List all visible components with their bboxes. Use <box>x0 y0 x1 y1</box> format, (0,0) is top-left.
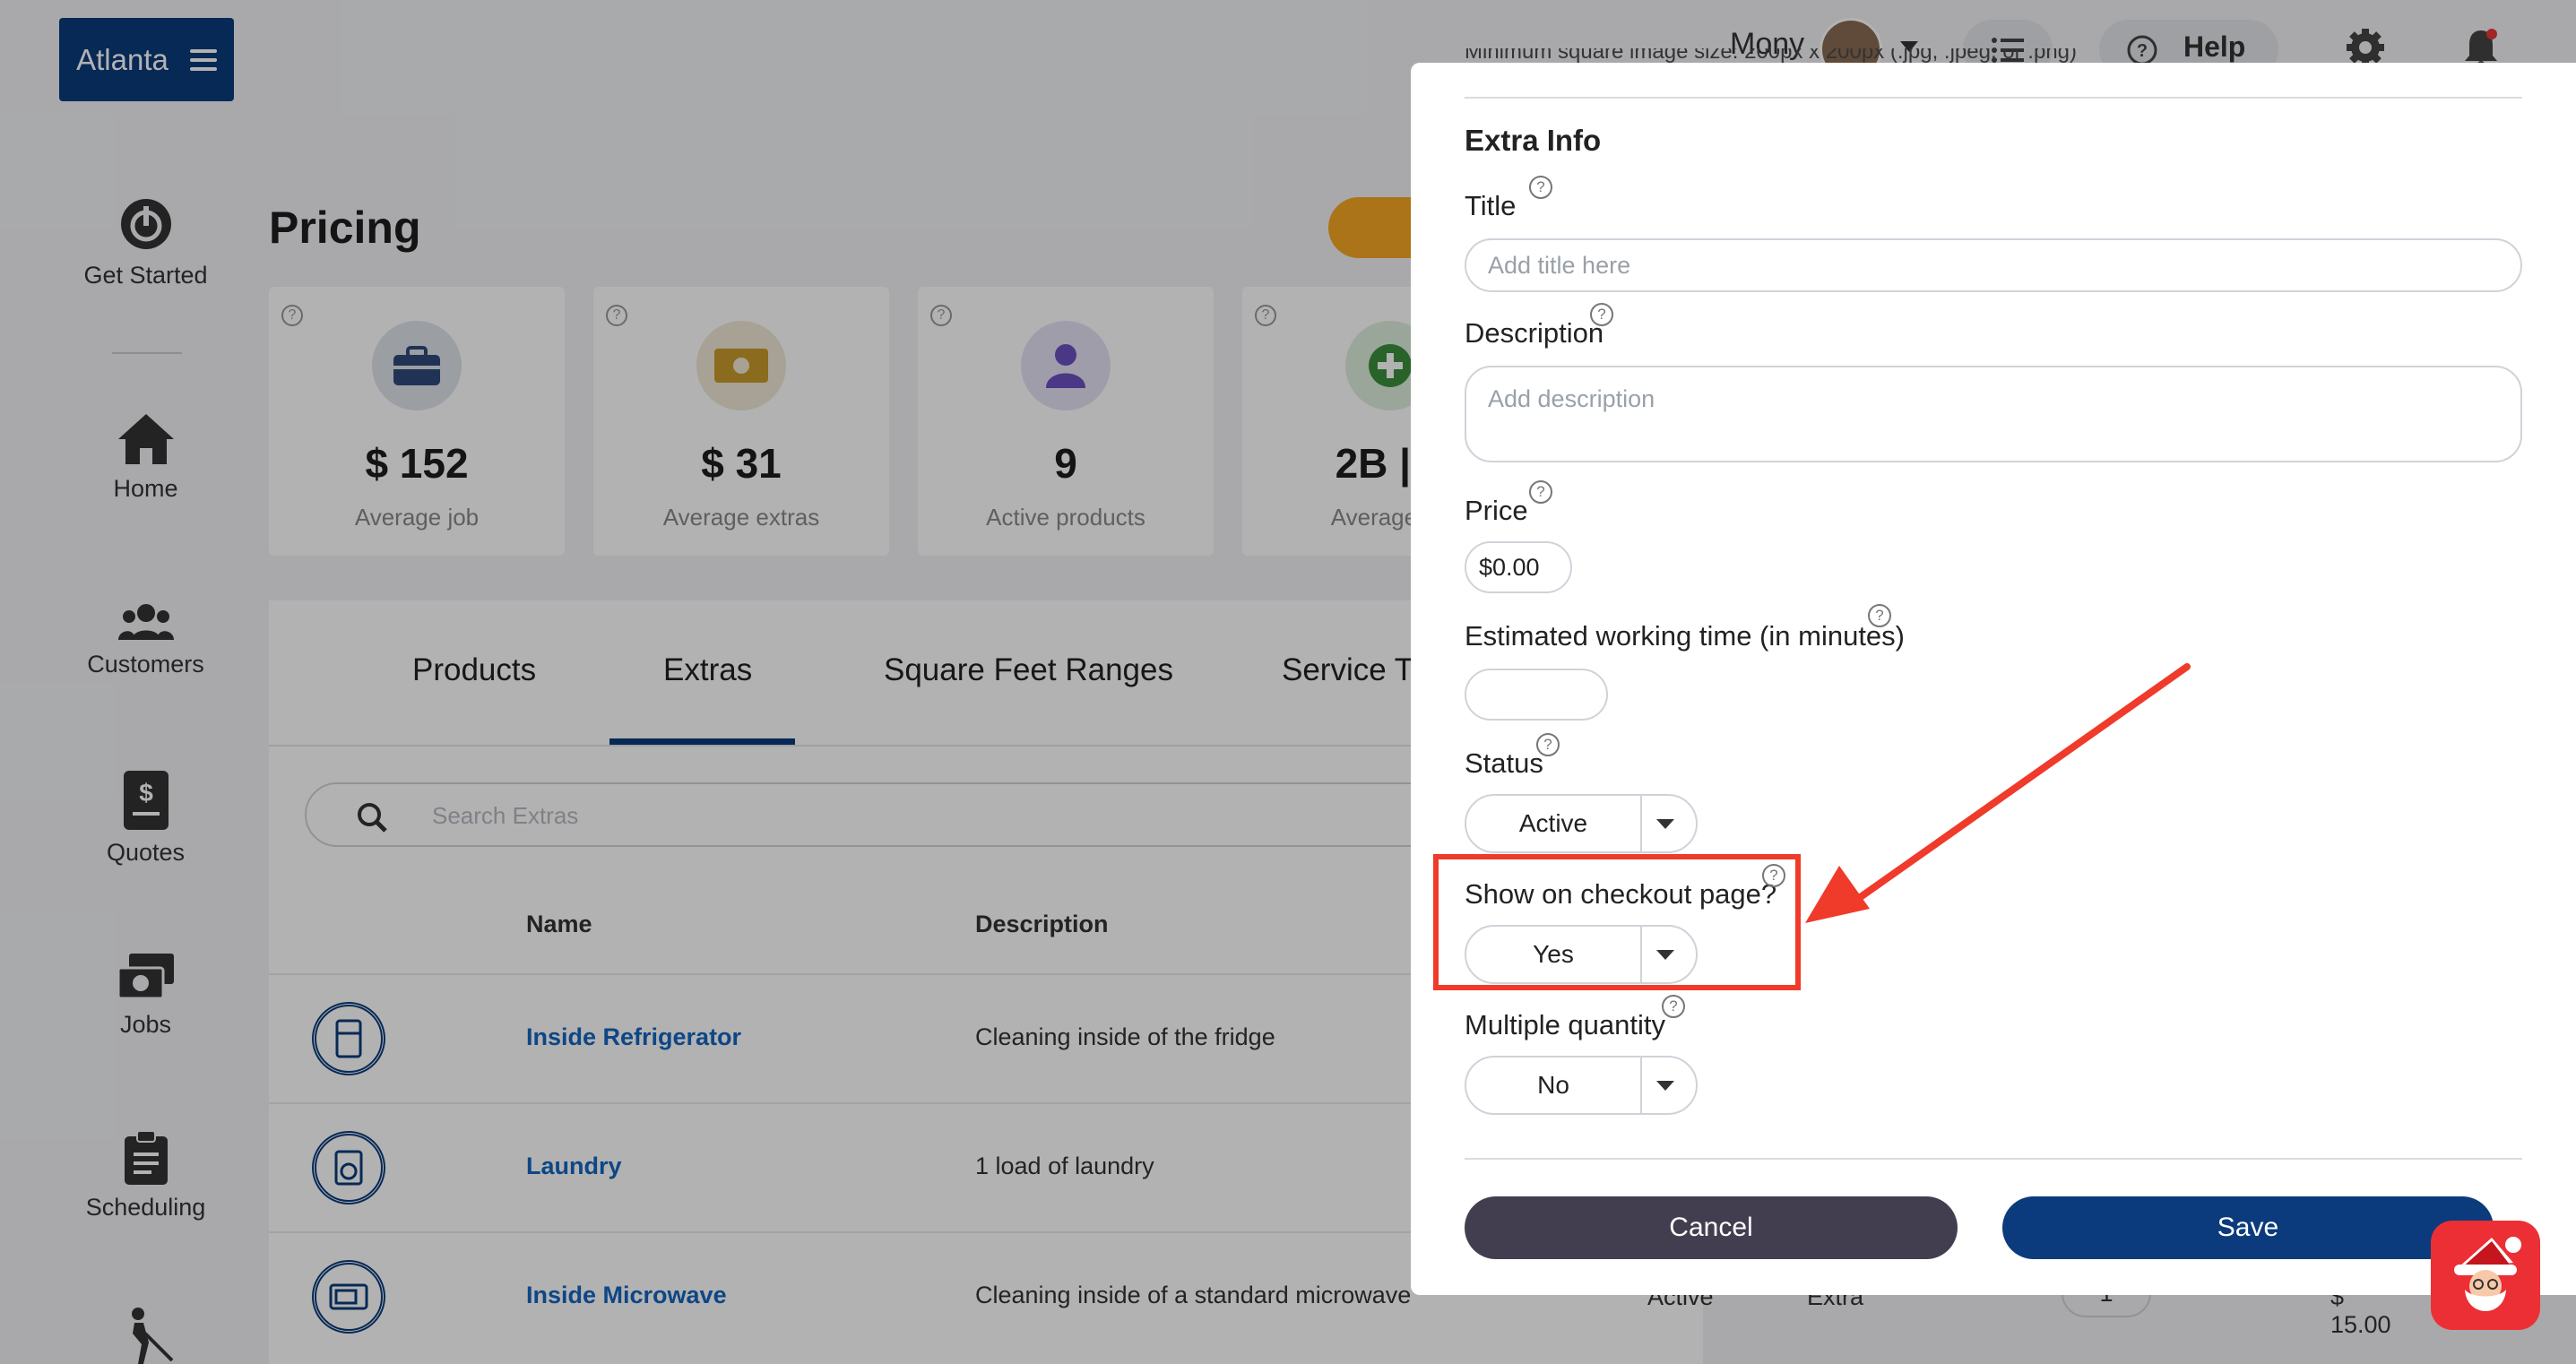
footer-divider <box>1465 1158 2522 1160</box>
section-divider <box>1465 97 2522 99</box>
status-value: Active <box>1466 796 1642 851</box>
santa-icon <box>2454 1237 2521 1311</box>
section-title: Extra Info <box>1465 124 1602 157</box>
status-select[interactable]: Active <box>1465 794 1698 853</box>
multiple-quantity-value: No <box>1466 1058 1642 1113</box>
help-icon[interactable]: ? <box>1590 303 1613 326</box>
annotation-arrow <box>1805 663 2191 923</box>
highlight-box <box>1433 854 1801 990</box>
description-label: Description <box>1465 317 1604 349</box>
price-label: Price <box>1465 495 1528 526</box>
help-icon[interactable]: ? <box>1662 995 1685 1018</box>
help-icon[interactable]: ? <box>1868 604 1891 627</box>
help-icon[interactable]: ? <box>1529 480 1552 504</box>
status-label: Status <box>1465 747 1543 779</box>
help-icon[interactable]: ? <box>1536 733 1560 756</box>
title-label: Title <box>1465 190 1517 221</box>
multiple-quantity-label: Multiple quantity <box>1465 1009 1666 1040</box>
estimated-time-label: Estimated working time (in minutes) <box>1465 620 1905 652</box>
price-input[interactable] <box>1465 541 1572 593</box>
chevron-down-icon <box>1656 819 1674 829</box>
save-button[interactable]: Save <box>2002 1196 2494 1259</box>
chevron-down-icon <box>1656 1081 1674 1091</box>
image-size-hint: Minimum square image size: 200px x 200px… <box>1465 48 2078 63</box>
estimated-time-input[interactable] <box>1465 669 1608 721</box>
chat-widget-button[interactable] <box>2431 1221 2540 1330</box>
description-input[interactable] <box>1465 366 2522 462</box>
multiple-quantity-select[interactable]: No <box>1465 1056 1698 1115</box>
title-input[interactable] <box>1465 238 2522 292</box>
cancel-button[interactable]: Cancel <box>1465 1196 1958 1259</box>
help-icon[interactable]: ? <box>1529 176 1552 199</box>
